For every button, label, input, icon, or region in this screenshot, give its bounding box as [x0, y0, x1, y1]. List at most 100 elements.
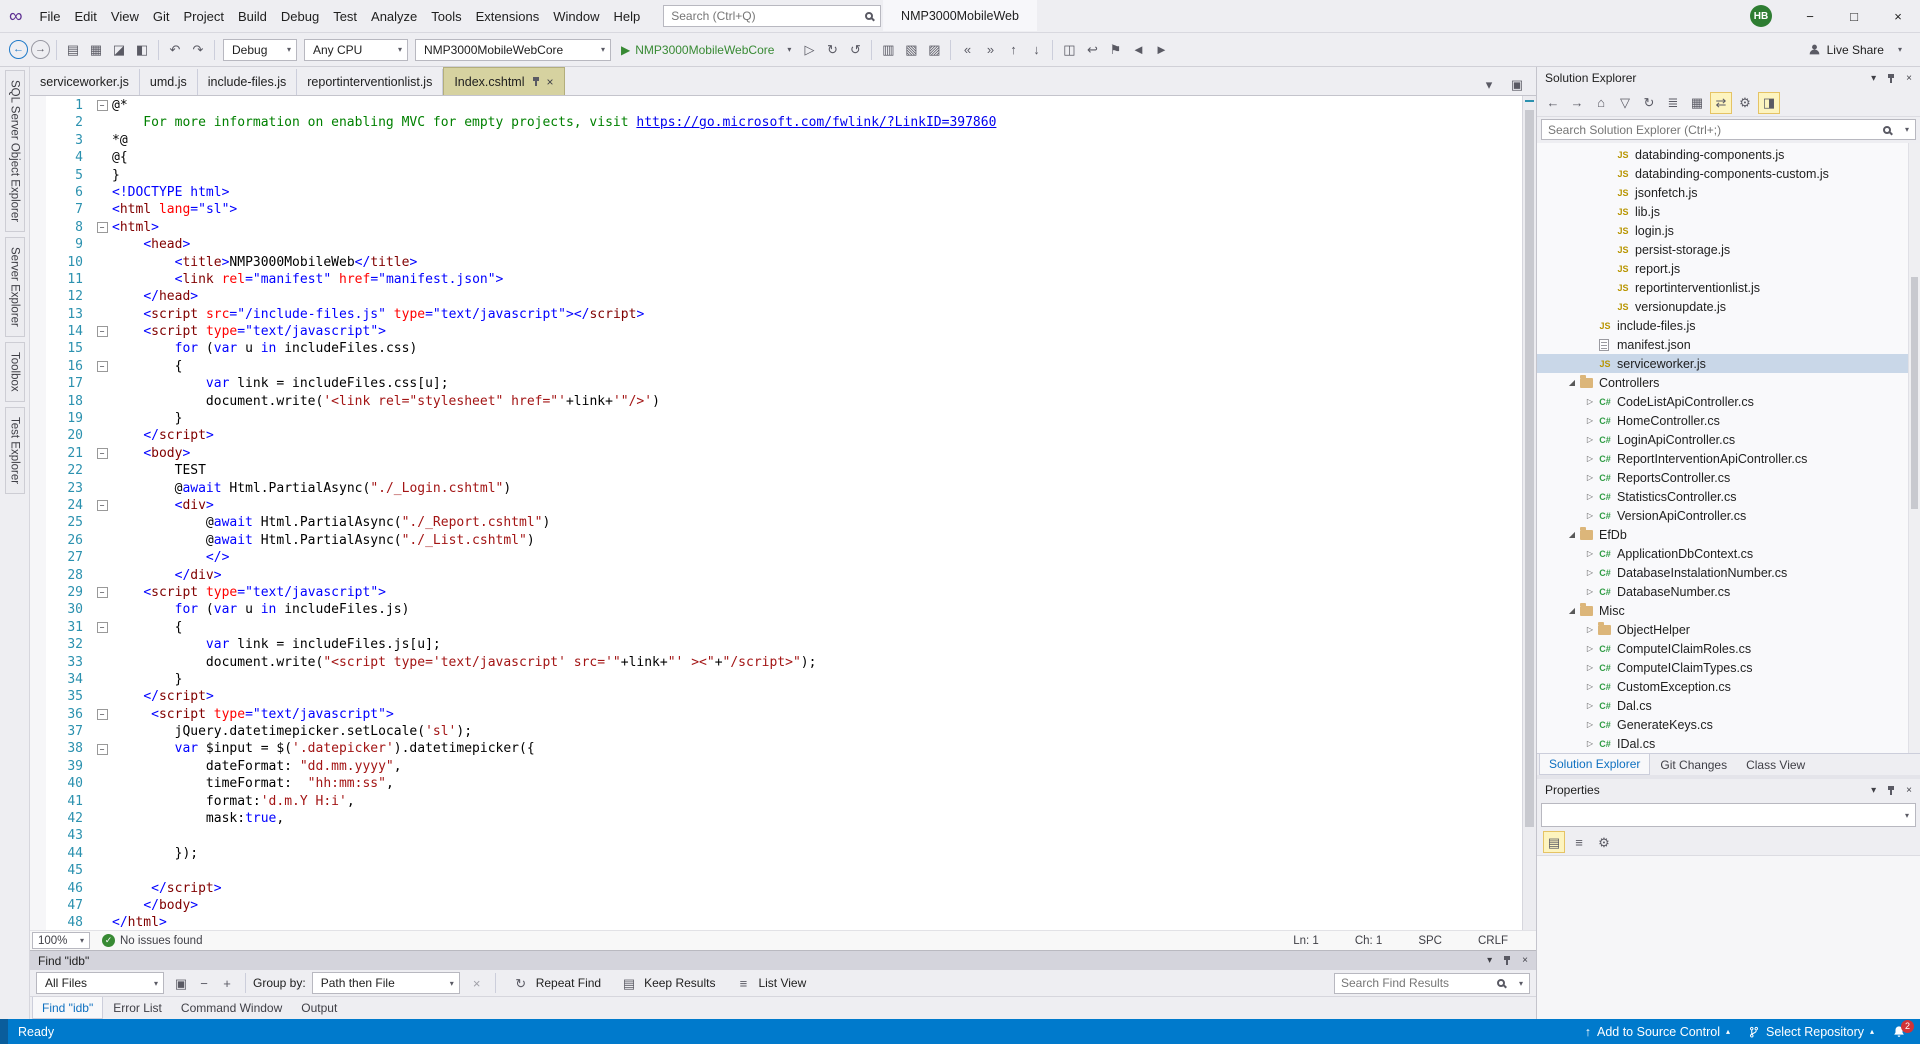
line-indicator[interactable]: Ln: 1: [1293, 935, 1319, 947]
health-check-icon[interactable]: ✓: [102, 934, 115, 947]
code-line[interactable]: 31 − {: [46, 619, 1522, 636]
tree-item-login.js[interactable]: JS login.js: [1537, 221, 1920, 240]
chevron-collapsed-icon[interactable]: ▷: [1583, 397, 1597, 406]
doc-tab-Index.cshtml[interactable]: Index.cshtml ×: [443, 67, 565, 95]
code-line[interactable]: 42 mask:true,: [46, 810, 1522, 827]
solution-explorer-titlebar[interactable]: Solution Explorer ▾ ×: [1537, 67, 1920, 89]
platform-dropdown[interactable]: Any CPU ▾: [304, 38, 408, 61]
tree-item-reportinterventionlist.js[interactable]: JS reportinterventionlist.js: [1537, 278, 1920, 297]
tool-strip-tab-test-explorer[interactable]: Test Explorer: [4, 406, 25, 494]
close-button[interactable]: ×: [1876, 0, 1920, 32]
user-avatar[interactable]: HB: [1750, 5, 1772, 27]
code-line[interactable]: 4 @{: [46, 149, 1522, 166]
code-line[interactable]: 7 <html lang="sl">: [46, 201, 1522, 218]
property-pages-icon[interactable]: ⚙: [1593, 831, 1615, 853]
code-line[interactable]: 47 </body>: [46, 897, 1522, 914]
code-line[interactable]: 28 </div>: [46, 567, 1522, 584]
close-icon[interactable]: ×: [547, 75, 554, 89]
code-line[interactable]: 48 </html>: [46, 914, 1522, 930]
list-view-button[interactable]: ≡ List View: [725, 970, 813, 996]
live-share-button[interactable]: Live Share ▾: [1808, 43, 1912, 57]
code-line[interactable]: 20 </script>: [46, 427, 1522, 444]
find-in-files-icon[interactable]: ▥: [877, 39, 899, 61]
code-line[interactable]: 17 var link = includeFiles.css[u];: [46, 375, 1522, 392]
chevron-collapsed-icon[interactable]: ▷: [1583, 435, 1597, 444]
chevron-collapsed-icon[interactable]: ▷: [1583, 663, 1597, 672]
tool-strip-tab-server-explorer[interactable]: Server Explorer: [4, 237, 25, 337]
forward-icon[interactable]: →: [1566, 92, 1588, 114]
pin-icon[interactable]: [1886, 73, 1896, 84]
fold-collapse-icon[interactable]: −: [96, 326, 108, 338]
find-scope-dropdown[interactable]: All Files ▾: [36, 972, 164, 994]
code-line[interactable]: 37 jQuery.datetimepicker.setLocale('sl')…: [46, 723, 1522, 740]
scrollbar-thumb[interactable]: [1911, 277, 1918, 509]
move-up-icon[interactable]: ↑: [1002, 39, 1024, 61]
code-line[interactable]: 14 − <script type="text/javascript">: [46, 323, 1522, 340]
tree-item-jsonfetch.js[interactable]: JS jsonfetch.js: [1537, 183, 1920, 202]
code-line[interactable]: 45: [46, 862, 1522, 879]
tool-tab-command-window[interactable]: Command Window: [172, 997, 291, 1019]
tree-item-HomeController.cs[interactable]: ▷ C# HomeController.cs: [1537, 411, 1920, 430]
collapse-groups-icon[interactable]: −: [193, 972, 215, 994]
tree-item-ComputeIClaimRoles.cs[interactable]: ▷ C# ComputeIClaimRoles.cs: [1537, 639, 1920, 658]
expand-groups-icon[interactable]: +: [216, 972, 238, 994]
code-line[interactable]: 2 For more information on enabling MVC f…: [46, 114, 1522, 131]
window-position-icon[interactable]: ▾: [1871, 73, 1876, 84]
notifications-button[interactable]: 2: [1892, 1019, 1914, 1039]
repeat-find-button[interactable]: ↻ Repeat Find: [503, 970, 608, 996]
tree-item-databinding-components-custom.js[interactable]: JS databinding-components-custom.js: [1537, 164, 1920, 183]
code-line[interactable]: 38 − var $input = $('.datepicker').dateti…: [46, 740, 1522, 757]
start-debugging-button[interactable]: ▶ NMP3000MobileWebCore ▾: [621, 43, 791, 57]
active-files-dropdown-icon[interactable]: ▾: [1478, 73, 1500, 95]
code-area[interactable]: 1− @* 2 For more information on enabling M…: [30, 96, 1522, 930]
chevron-collapsed-icon[interactable]: ▷: [1583, 568, 1597, 577]
chevron-collapsed-icon[interactable]: ▷: [1583, 511, 1597, 520]
redo-icon[interactable]: ↷: [187, 39, 209, 61]
solution-explorer-search-box[interactable]: Search Solution Explorer (Ctrl+;) ▾: [1541, 119, 1916, 140]
code-line[interactable]: 46 </script>: [46, 880, 1522, 897]
preview-selected-items-icon[interactable]: ◨: [1758, 91, 1780, 114]
sync-with-active-document-icon[interactable]: ⇄: [1710, 91, 1732, 114]
start-without-debugging-icon[interactable]: ▷: [798, 39, 820, 61]
tree-item-lib.js[interactable]: JS lib.js: [1537, 202, 1920, 221]
configuration-dropdown[interactable]: Debug ▾: [223, 38, 297, 61]
fold-collapse-icon[interactable]: −: [96, 621, 108, 633]
tree-item-LoginApiController.cs[interactable]: ▷ C# LoginApiController.cs: [1537, 430, 1920, 449]
scrollbar-thumb[interactable]: [1525, 110, 1534, 828]
word-wrap-icon[interactable]: ↩: [1081, 39, 1103, 61]
code-line[interactable]: 12 </head>: [46, 288, 1522, 305]
code-line[interactable]: 18 document.write('<link rel="stylesheet…: [46, 393, 1522, 410]
chevron-collapsed-icon[interactable]: ▷: [1583, 492, 1597, 501]
code-line[interactable]: 8 − <html>: [46, 219, 1522, 236]
compare-icon[interactable]: ◫: [1058, 39, 1080, 61]
doc-tab-include-files.js[interactable]: include-files.js: [198, 69, 298, 95]
home-icon[interactable]: ⌂: [1590, 92, 1612, 114]
menu-view[interactable]: View: [104, 3, 146, 30]
tree-item-GenerateKeys.cs[interactable]: ▷ C# GenerateKeys.cs: [1537, 715, 1920, 734]
chevron-collapsed-icon[interactable]: ▷: [1583, 473, 1597, 482]
menu-help[interactable]: Help: [606, 3, 647, 30]
tree-item-StatisticsController.cs[interactable]: ▷ C# StatisticsController.cs: [1537, 487, 1920, 506]
tree-item-persist-storage.js[interactable]: JS persist-storage.js: [1537, 240, 1920, 259]
tree-item-versionupdate.js[interactable]: JS versionupdate.js: [1537, 297, 1920, 316]
doc-tab-umd.js[interactable]: umd.js: [140, 69, 198, 95]
restart-icon[interactable]: ↺: [844, 39, 866, 61]
alphabetical-icon[interactable]: ≡: [1568, 831, 1590, 853]
tree-item-CodeListApiController.cs[interactable]: ▷ C# CodeListApiController.cs: [1537, 392, 1920, 411]
quick-search-box[interactable]: Search (Ctrl+Q): [663, 5, 882, 27]
toggle-layout-icon[interactable]: ▣: [1506, 73, 1528, 95]
menu-window[interactable]: Window: [546, 3, 606, 30]
chevron-expanded-icon[interactable]: ◢: [1565, 606, 1579, 615]
fold-collapse-icon[interactable]: −: [96, 448, 108, 459]
tool-tab-class-view[interactable]: Class View: [1737, 754, 1814, 775]
comment-out-icon[interactable]: ▧: [900, 39, 922, 61]
fold-collapse-icon[interactable]: −: [96, 743, 108, 755]
code-line[interactable]: 23 @await Html.PartialAsync("./_Login.cs…: [46, 480, 1522, 497]
line-ending-indicator[interactable]: CRLF: [1478, 935, 1508, 947]
properties-icon[interactable]: ⚙: [1734, 92, 1756, 114]
hot-reload-icon[interactable]: ↻: [821, 39, 843, 61]
code-line[interactable]: 30 for (var u in includeFiles.js): [46, 601, 1522, 618]
pin-icon[interactable]: [1886, 785, 1896, 796]
code-line[interactable]: 32 var link = includeFiles.js[u];: [46, 636, 1522, 653]
menu-git[interactable]: Git: [146, 3, 177, 30]
